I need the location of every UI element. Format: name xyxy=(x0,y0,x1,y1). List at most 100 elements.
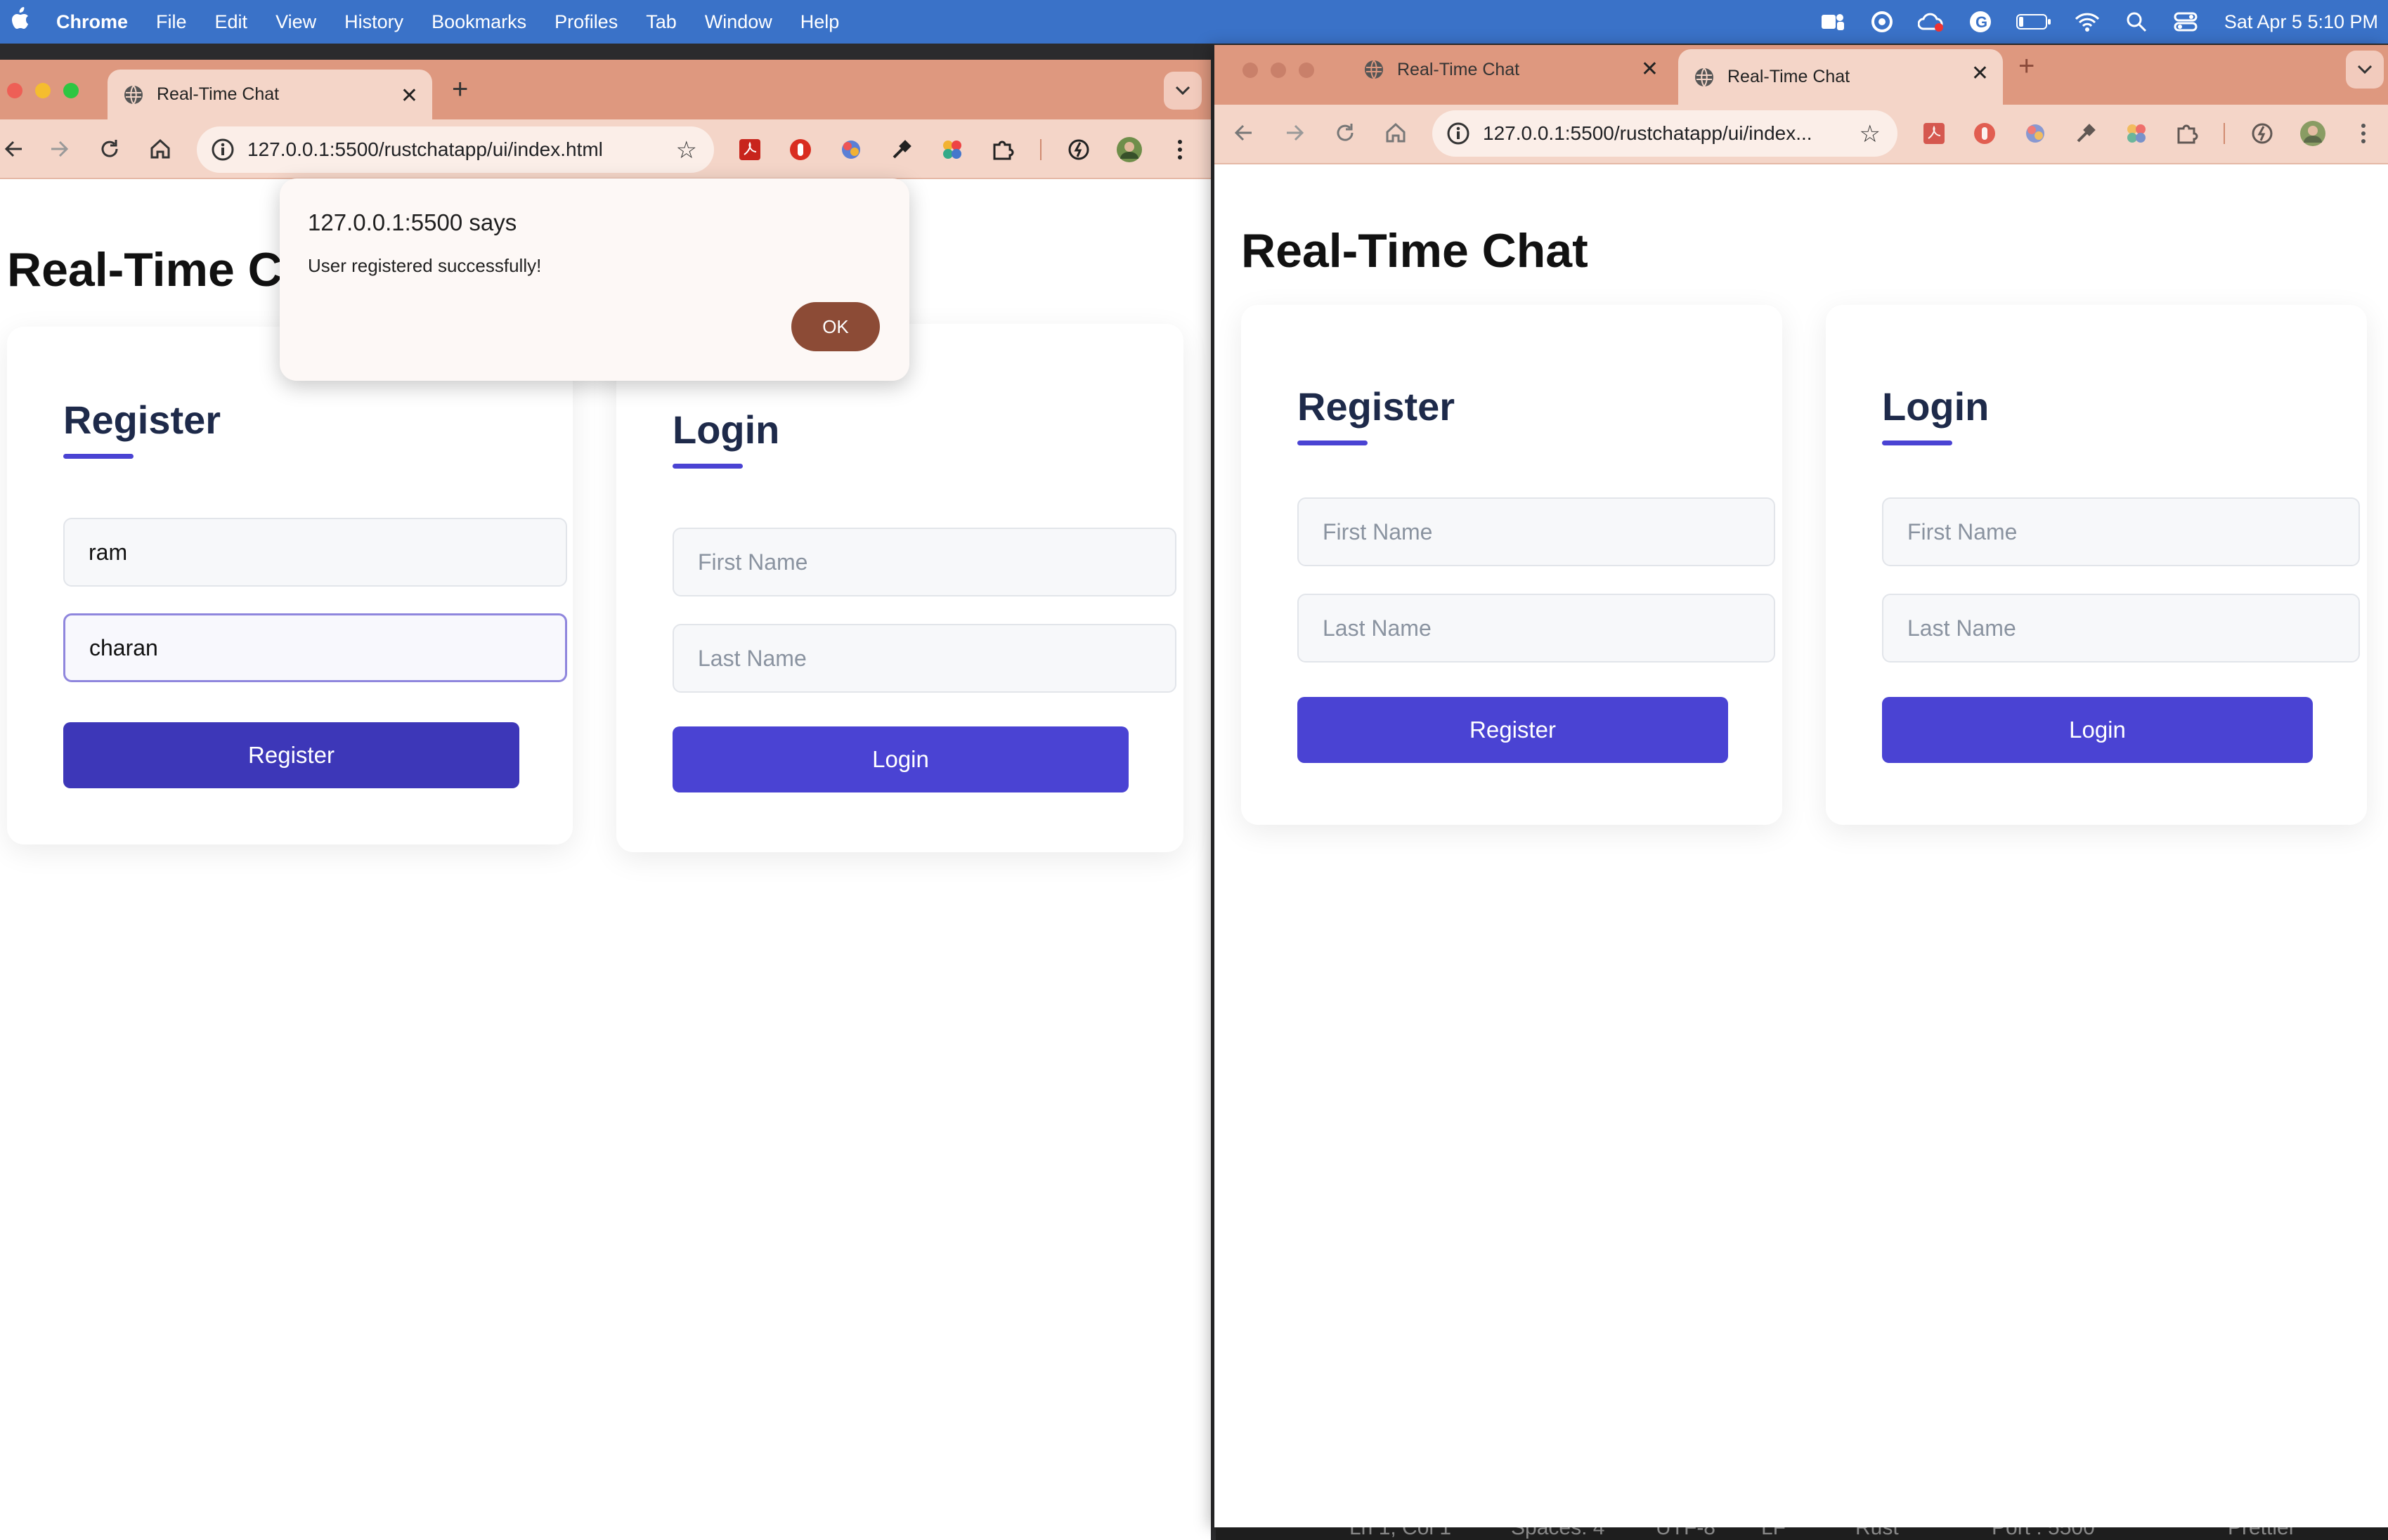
teams-icon[interactable] xyxy=(1818,9,1848,34)
sync-icon[interactable] xyxy=(1867,9,1897,34)
macos-menu-bar: Chrome File Edit View History Bookmarks … xyxy=(0,0,2388,44)
back-button[interactable] xyxy=(0,135,28,163)
minimize-window-button[interactable] xyxy=(35,83,51,98)
bookmark-star-icon[interactable]: ☆ xyxy=(1860,120,1881,148)
colorful-extension-icon[interactable] xyxy=(2022,120,2049,147)
url-text: 127.0.0.1:5500/rustchatapp/ui/index... xyxy=(1483,122,1812,144)
extensions-puzzle-icon[interactable] xyxy=(989,136,1016,163)
arrow-right-icon xyxy=(1287,124,1304,141)
menu-edit[interactable]: Edit xyxy=(215,11,248,33)
login-card: Login First Name Last Name Login xyxy=(616,324,1183,852)
menu-profiles[interactable]: Profiles xyxy=(554,11,618,33)
tab-real-time-chat-inactive[interactable]: Real-Time Chat ✕ xyxy=(1348,45,1673,94)
tab-close-icon[interactable]: ✕ xyxy=(1971,61,1989,86)
browser-window-right: Real-Time Chat ✕ Real-Time Chat ✕ + 127.… xyxy=(1214,45,2388,1527)
tab-close-icon[interactable]: ✕ xyxy=(401,84,418,108)
tab-real-time-chat[interactable]: Real-Time Chat ✕ xyxy=(1678,49,2003,105)
status-encoding[interactable]: UTF-8 xyxy=(1656,1527,1715,1540)
profile-avatar[interactable] xyxy=(2299,120,2326,147)
pinwheel-extension-icon[interactable] xyxy=(2123,120,2150,147)
login-button[interactable]: Login xyxy=(1882,697,2313,763)
login-first-name-input[interactable]: First Name xyxy=(673,528,1176,596)
tab-search-button[interactable] xyxy=(1164,72,1202,110)
register-first-name-input[interactable]: ram xyxy=(63,518,567,587)
register-button[interactable]: Register xyxy=(1297,697,1728,763)
register-last-name-input[interactable]: Last Name xyxy=(1297,594,1775,663)
home-button[interactable] xyxy=(1382,119,1410,147)
pdf-extension-icon[interactable] xyxy=(736,136,763,163)
kebab-menu-icon[interactable] xyxy=(2350,120,2377,147)
home-button[interactable] xyxy=(146,135,174,163)
status-port[interactable]: Port : 5500 xyxy=(1992,1527,2095,1540)
grammarly-icon[interactable]: G xyxy=(1966,9,1995,34)
forward-button[interactable] xyxy=(1280,119,1309,147)
address-bar[interactable]: 127.0.0.1:5500/rustchatapp/ui/index... ☆ xyxy=(1432,110,1897,157)
login-first-name-input[interactable]: First Name xyxy=(1882,497,2360,566)
login-last-name-input[interactable]: Last Name xyxy=(673,624,1176,693)
control-center-icon[interactable] xyxy=(2171,9,2200,34)
kebab-menu-icon[interactable] xyxy=(1167,136,1193,163)
adblock-extension-icon[interactable] xyxy=(787,136,814,163)
page-title: Real-Time Ch xyxy=(7,243,312,296)
status-eol[interactable]: LF xyxy=(1761,1527,1786,1540)
login-last-name-input[interactable]: Last Name xyxy=(1882,594,2360,663)
site-info-icon[interactable] xyxy=(1446,122,1470,145)
apple-menu-icon[interactable] xyxy=(4,6,35,37)
register-button[interactable]: Register xyxy=(63,722,519,788)
cloud-alert-icon[interactable] xyxy=(1916,9,1946,34)
menu-app-name[interactable]: Chrome xyxy=(56,11,128,33)
performance-icon[interactable] xyxy=(1065,136,1092,163)
wifi-icon[interactable] xyxy=(2072,9,2102,34)
new-tab-button[interactable]: + xyxy=(452,74,468,105)
chevron-down-icon xyxy=(1175,86,1190,96)
login-heading: Login xyxy=(673,407,780,452)
minimize-window-button[interactable] xyxy=(1271,63,1286,78)
login-heading-underline xyxy=(1882,441,1952,445)
spotlight-search-icon[interactable] xyxy=(2122,9,2151,34)
battery-icon[interactable] xyxy=(2015,9,2053,34)
status-language[interactable]: Rust xyxy=(1855,1527,1899,1540)
menu-help[interactable]: Help xyxy=(800,11,840,33)
eyedropper-extension-icon[interactable] xyxy=(888,136,915,163)
menubar-clock[interactable]: Sat Apr 5 5:10 PM xyxy=(2224,11,2378,33)
menu-file[interactable]: File xyxy=(156,11,187,33)
pinwheel-extension-icon[interactable] xyxy=(939,136,966,163)
status-line-col[interactable]: Ln 1, Col 1 xyxy=(1349,1527,1451,1540)
back-button[interactable] xyxy=(1230,119,1258,147)
register-first-name-input[interactable]: First Name xyxy=(1297,497,1775,566)
maximize-window-button[interactable] xyxy=(63,83,79,98)
performance-icon[interactable] xyxy=(2249,120,2276,147)
menu-history[interactable]: History xyxy=(344,11,403,33)
profile-avatar[interactable] xyxy=(1116,136,1143,163)
site-info-icon[interactable] xyxy=(211,138,235,162)
tab-real-time-chat[interactable]: Real-Time Chat ✕ xyxy=(108,70,432,119)
adblock-extension-icon[interactable] xyxy=(1971,120,1998,147)
tab-close-icon[interactable]: ✕ xyxy=(1641,57,1659,81)
close-window-button[interactable] xyxy=(1242,63,1258,78)
pdf-extension-icon[interactable] xyxy=(1921,120,1947,147)
status-spaces[interactable]: Spaces: 4 xyxy=(1511,1527,1604,1540)
browser-toolbar-row: 127.0.0.1:5500/rustchatapp/ui/index... ☆ xyxy=(1214,105,2388,164)
menu-tab[interactable]: Tab xyxy=(646,11,677,33)
forward-button[interactable] xyxy=(45,135,73,163)
alert-ok-button[interactable]: OK xyxy=(791,302,880,351)
tab-search-button[interactable] xyxy=(2346,51,2384,89)
arrow-left-icon xyxy=(4,141,22,157)
extensions-puzzle-icon[interactable] xyxy=(2174,120,2200,147)
menu-view[interactable]: View xyxy=(275,11,316,33)
colorful-extension-icon[interactable] xyxy=(838,136,864,163)
close-window-button[interactable] xyxy=(7,83,22,98)
menu-bookmarks[interactable]: Bookmarks xyxy=(431,11,526,33)
menu-window[interactable]: Window xyxy=(705,11,772,33)
eyedropper-extension-icon[interactable] xyxy=(2072,120,2099,147)
address-bar[interactable]: 127.0.0.1:5500/rustchatapp/ui/index.html… xyxy=(197,126,714,173)
register-last-name-input[interactable]: charan xyxy=(63,613,567,682)
reload-button[interactable] xyxy=(96,135,124,163)
reload-button[interactable] xyxy=(1331,119,1359,147)
status-prettier[interactable]: Prettier xyxy=(2228,1527,2296,1540)
login-button[interactable]: Login xyxy=(673,726,1129,792)
bookmark-star-icon[interactable]: ☆ xyxy=(676,136,697,164)
new-tab-button[interactable]: + xyxy=(2018,51,2035,82)
browser-toolbar: 127.0.0.1:5500/rustchatapp/ui/index.html… xyxy=(0,119,1211,179)
maximize-window-button[interactable] xyxy=(1299,63,1314,78)
